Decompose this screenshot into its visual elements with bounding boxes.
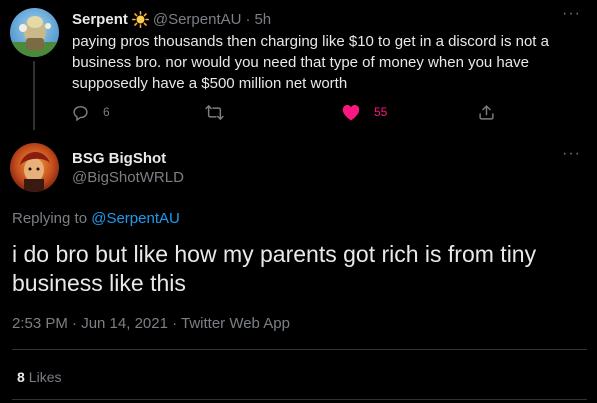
likes-count: 8 <box>17 369 25 385</box>
reply-icon <box>72 104 89 121</box>
reply-count: 6 <box>103 105 110 119</box>
share-button[interactable] <box>478 101 495 123</box>
bigshot-avatar[interactable] <box>10 143 59 192</box>
parent-tweet-header: Serpent @SerpentAU · 5h <box>72 10 271 28</box>
replying-mention-link[interactable]: @SerpentAU <box>91 210 180 227</box>
share-icon <box>478 104 495 121</box>
heart-filled-icon <box>342 104 360 121</box>
separator-dot: · <box>245 10 251 28</box>
parent-tweet-text: paying pros thousands then charging like… <box>72 33 549 92</box>
parent-handle[interactable]: @SerpentAU <box>153 11 242 28</box>
thread-connector-line <box>33 61 35 130</box>
replying-to-line: Replying to @SerpentAU <box>12 210 180 227</box>
replying-prefix: Replying to <box>12 210 92 227</box>
reply-button[interactable]: 6 <box>72 101 110 123</box>
likes-label: Likes <box>28 369 62 385</box>
sun-emoji-icon <box>131 10 149 28</box>
parent-timestamp[interactable]: 5h <box>254 11 271 28</box>
parent-display-name[interactable]: Serpent <box>72 11 128 28</box>
divider <box>12 349 587 350</box>
likes-link[interactable]: 8 Likes <box>17 369 61 385</box>
parent-action-bar: 6 55 <box>72 101 502 123</box>
tweet-metadata[interactable]: 2:53 PM · Jun 14, 2021 · Twitter Web App <box>12 315 290 332</box>
main-display-name[interactable]: BSG BigShot <box>72 150 166 167</box>
tweet-thread: Serpent @SerpentAU · 5h ··· paying pros … <box>0 0 597 403</box>
retweet-button[interactable] <box>205 101 238 123</box>
like-count: 55 <box>374 105 388 119</box>
divider <box>12 399 587 400</box>
main-tweet-text: i do bro but like how my parents got ric… <box>12 241 537 296</box>
retweet-icon <box>205 104 224 121</box>
more-options-icon[interactable]: ··· <box>562 146 581 162</box>
serpent-avatar[interactable] <box>10 8 59 57</box>
main-handle[interactable]: @BigShotWRLD <box>72 169 184 186</box>
parent-tweet[interactable]: Serpent @SerpentAU · 5h ··· paying pros … <box>0 0 597 132</box>
more-options-icon[interactable]: ··· <box>562 6 581 22</box>
like-button[interactable]: 55 <box>342 101 387 123</box>
